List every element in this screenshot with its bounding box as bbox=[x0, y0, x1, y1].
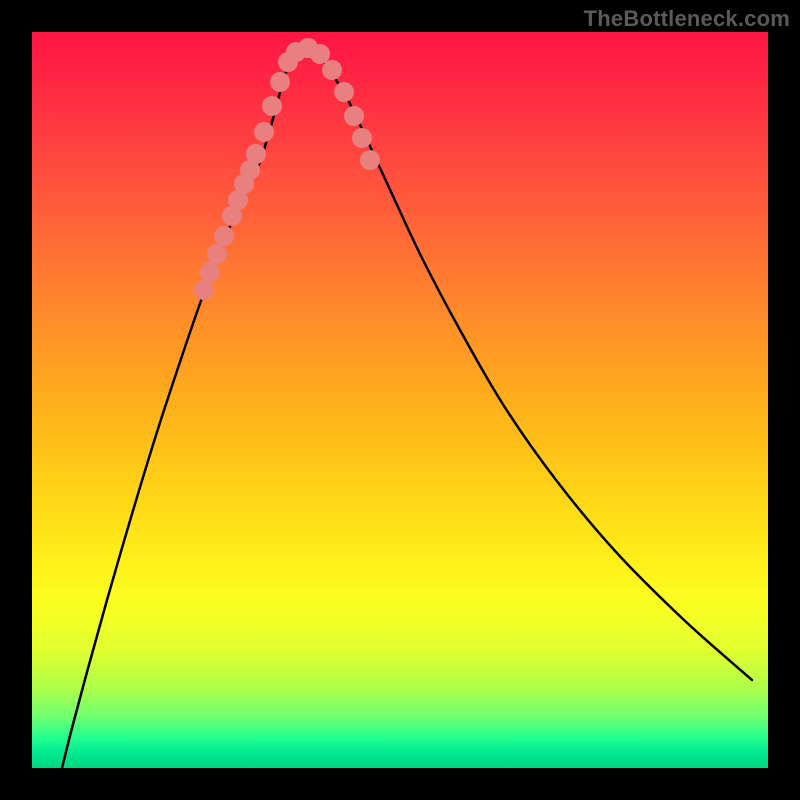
data-marker bbox=[207, 244, 227, 264]
data-marker bbox=[334, 82, 354, 102]
bottleneck-curve bbox=[62, 50, 752, 768]
data-marker bbox=[286, 42, 306, 62]
data-marker bbox=[200, 262, 220, 282]
data-marker bbox=[240, 160, 260, 180]
data-marker bbox=[360, 150, 380, 170]
data-marker bbox=[298, 38, 318, 58]
chart-frame: TheBottleneck.com bbox=[0, 0, 800, 800]
data-marker bbox=[234, 174, 254, 194]
data-marker bbox=[310, 44, 330, 64]
data-marker bbox=[254, 122, 274, 142]
chart-svg bbox=[32, 32, 768, 768]
data-marker bbox=[214, 226, 234, 246]
data-marker bbox=[194, 280, 214, 300]
data-marker bbox=[222, 206, 242, 226]
watermark-text: TheBottleneck.com bbox=[584, 6, 790, 32]
data-marker bbox=[270, 72, 290, 92]
data-marker bbox=[278, 52, 298, 72]
data-marker bbox=[246, 144, 266, 164]
data-marker bbox=[352, 128, 372, 148]
data-markers bbox=[194, 38, 380, 300]
data-marker bbox=[228, 190, 248, 210]
data-marker bbox=[344, 106, 364, 126]
chart-plot-area bbox=[32, 32, 768, 768]
data-marker bbox=[322, 60, 342, 80]
data-marker bbox=[262, 96, 282, 116]
